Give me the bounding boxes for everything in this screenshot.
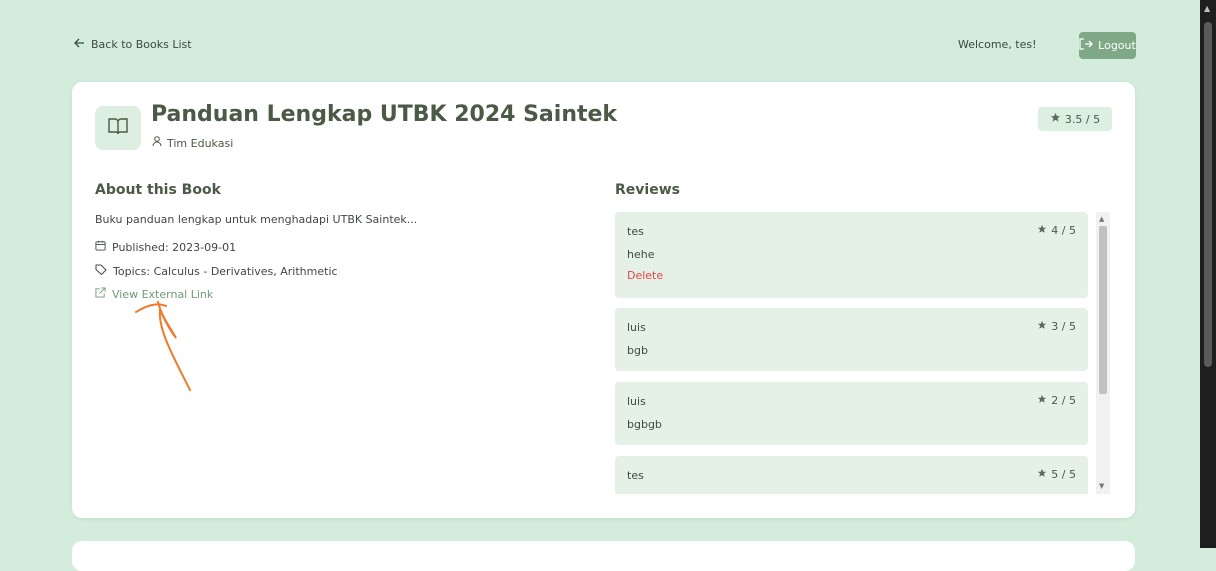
scroll-down-icon[interactable]: ▼ (1099, 482, 1104, 490)
book-icon-box (95, 106, 141, 150)
logout-label: Logout (1098, 39, 1136, 52)
review-rating-value: 5 / 5 (1051, 468, 1076, 481)
book-open-icon (108, 117, 128, 139)
scroll-up-icon[interactable]: ▲ (1099, 215, 1104, 223)
scroll-up-icon[interactable]: ▲ (1204, 4, 1210, 13)
book-rating-badge: 3.5 / 5 (1038, 107, 1112, 131)
book-rating-value: 3.5 / 5 (1064, 112, 1101, 126)
star-icon (1037, 394, 1047, 407)
review-item: luis 2 / 5 bgbgb (615, 382, 1088, 445)
review-rating: 4 / 5 (1037, 224, 1076, 237)
review-item: tes 5 / 5 (615, 456, 1088, 494)
arrow-left-icon (74, 38, 85, 51)
review-item: luis 3 / 5 bgb (615, 308, 1088, 371)
review-user: tes (627, 225, 644, 238)
review-user: luis (627, 395, 646, 408)
published-date: Published: 2023-09-01 (95, 240, 236, 254)
review-rating-value: 3 / 5 (1051, 320, 1076, 333)
review-comment: bgbgb (627, 418, 662, 431)
review-user: tes (627, 469, 644, 482)
book-author: Tim Edukasi (152, 136, 233, 150)
external-link[interactable]: View External Link (95, 287, 213, 301)
logout-button[interactable]: Logout (1079, 32, 1136, 59)
review-user: luis (627, 321, 646, 334)
review-rating: 5 / 5 (1037, 468, 1076, 481)
book-description: Buku panduan lengkap untuk menghadapi UT… (95, 213, 418, 226)
external-link-label: View External Link (112, 287, 214, 301)
page-scroll-thumb[interactable] (1204, 22, 1212, 367)
reviews-list[interactable]: tes 4 / 5 hehe Delete luis 3 / 5 bgb lui… (615, 212, 1115, 494)
book-detail-card: Panduan Lengkap UTBK 2024 Saintek Tim Ed… (72, 82, 1135, 518)
welcome-text: Welcome, tes! (958, 38, 1037, 51)
back-link-label: Back to Books List (91, 38, 192, 51)
reviews-scrollbar[interactable]: ▲ ▼ (1096, 212, 1110, 494)
review-rating: 2 / 5 (1037, 394, 1076, 407)
published-text: Published: 2023-09-01 (112, 240, 237, 254)
calendar-icon (95, 240, 106, 254)
star-icon (1037, 224, 1047, 237)
book-title: Panduan Lengkap UTBK 2024 Saintek (151, 102, 618, 127)
tag-icon (95, 264, 107, 278)
about-heading: About this Book (95, 182, 221, 198)
review-rating: 3 / 5 (1037, 320, 1076, 333)
reviews-heading: Reviews (615, 182, 680, 198)
review-rating-value: 2 / 5 (1051, 394, 1076, 407)
star-icon (1037, 468, 1047, 481)
author-name: Tim Edukasi (167, 136, 234, 150)
page-scrollbar[interactable]: ▲ (1200, 0, 1216, 548)
review-rating-value: 4 / 5 (1051, 224, 1076, 237)
hand-drawn-arrow-annotation (134, 300, 204, 399)
top-header: Back to Books List Welcome, tes! Logout (0, 0, 1200, 82)
star-icon (1050, 112, 1061, 126)
topics-text: Topics: Calculus - Derivatives, Arithmet… (113, 264, 338, 278)
review-comment: bgb (627, 344, 648, 357)
external-link-icon (95, 287, 106, 301)
review-item: tes 4 / 5 hehe Delete (615, 212, 1088, 298)
star-icon (1037, 320, 1047, 333)
next-card-edge (72, 541, 1135, 571)
reviews-scroll-thumb[interactable] (1099, 226, 1107, 394)
book-topics: Topics: Calculus - Derivatives, Arithmet… (95, 264, 338, 278)
delete-review-button[interactable]: Delete (627, 269, 1076, 282)
back-to-books-link[interactable]: Back to Books List (74, 38, 192, 51)
user-icon (152, 136, 162, 150)
review-comment: hehe (627, 248, 655, 261)
logout-icon (1079, 38, 1094, 53)
